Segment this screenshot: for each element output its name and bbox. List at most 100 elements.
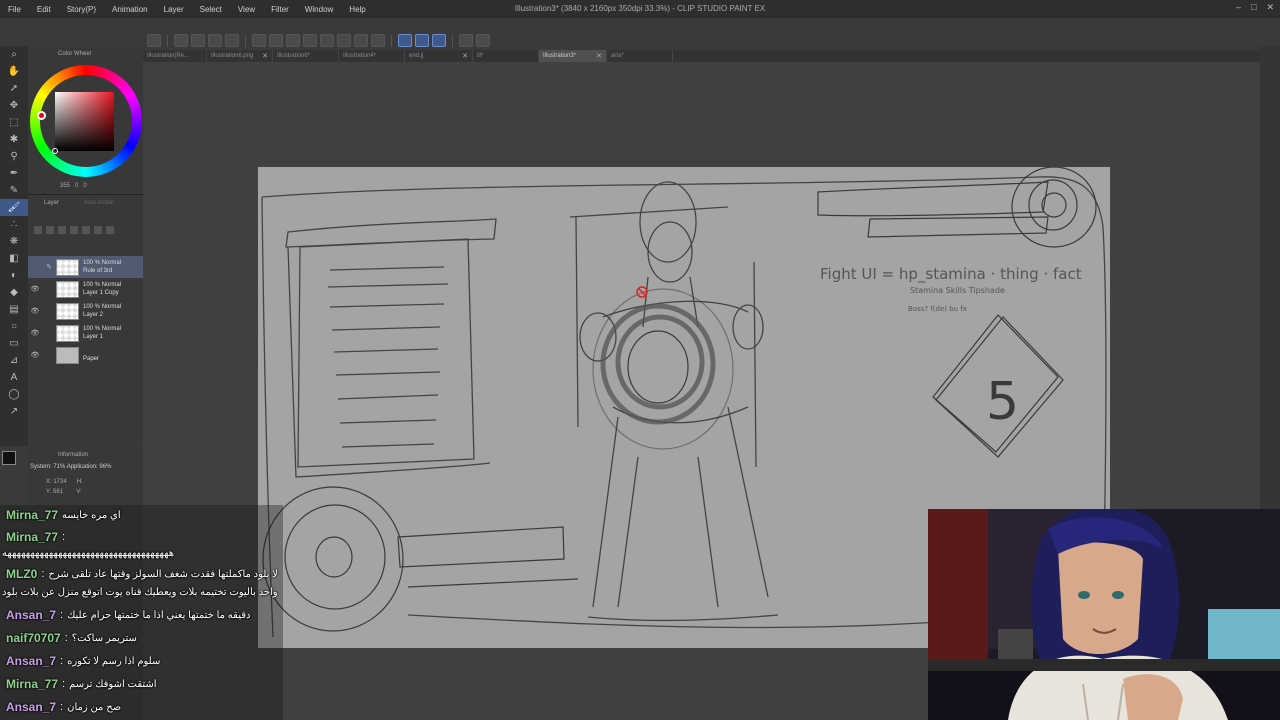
fill-icon[interactable] [303,34,317,47]
save-icon[interactable] [208,34,222,47]
tab-document[interactable]: Illustration6* [273,50,339,62]
clip-icon[interactable] [70,226,78,234]
gradient-icon[interactable]: ▤ [0,301,28,318]
blend-icon[interactable]: ◐ [0,267,28,284]
crop-icon[interactable] [371,34,385,47]
chat-message: naif70707: ستريمر ساكت؟ [6,631,137,645]
hue-marker[interactable] [37,111,46,120]
clip-studio-icon[interactable] [147,34,161,47]
trash-icon[interactable] [106,226,114,234]
menu-story[interactable]: Story(P) [59,5,104,14]
tab-document[interactable]: end.jj ✕ [405,50,473,62]
close-tab-icon[interactable]: ✕ [262,52,268,60]
clip-studio-window: File Edit Story(P) Animation Layer Selec… [0,0,1280,720]
mask-icon[interactable] [82,226,90,234]
cursor-coords: X: 1734 H: Y: 561 V: [46,479,83,495]
tab-document[interactable]: Illustration(Re... [143,50,207,62]
deselect-icon[interactable] [337,34,351,47]
visibility-icon[interactable]: 👁 [28,329,42,337]
tab-document[interactable]: arta* [607,50,673,62]
tab-document-active[interactable]: Illustration3* ✕ [539,50,607,62]
airbrush-icon[interactable]: ∴ [0,216,28,233]
visibility-icon[interactable]: 👁 [28,307,42,315]
open-file-icon[interactable] [191,34,205,47]
zoom-icon[interactable]: ⌕ [0,46,28,63]
visibility-icon[interactable]: 👁 [28,285,42,293]
eraser-icon[interactable]: ◧ [0,250,28,267]
operation-icon[interactable]: ➚ [0,80,28,97]
new-layer-icon[interactable] [34,226,42,234]
figure-icon[interactable]: ○ [0,318,28,335]
ref-icon[interactable] [94,226,102,234]
layer-row[interactable]: 👁 100 % Normal Layer 1 [28,322,143,344]
brush-icon[interactable]: 🖌 [0,199,28,216]
panel-tab-auto-action[interactable]: Auto Action [84,200,114,206]
transform-icon[interactable] [320,34,334,47]
layer-panel: Layer Auto Action ✎ 100 % Normal Rule of … [28,196,143,446]
hand-icon[interactable]: ✋ [0,63,28,80]
menu-help[interactable]: Help [341,5,373,14]
frame-icon[interactable]: ▭ [0,335,28,352]
menu-edit[interactable]: Edit [29,5,59,14]
saturation-value-square[interactable] [55,92,114,151]
redo-icon[interactable] [269,34,283,47]
chat-message: Ansan_7: سلوم اذا رسم لا تكوره [6,654,161,668]
fill-icon[interactable]: ◆ [0,284,28,301]
correct-line-icon[interactable]: ↗ [0,403,28,420]
eyedropper-icon[interactable]: ⚲ [0,148,28,165]
settings-icon[interactable] [459,34,473,47]
maximize-button[interactable]: □ [1251,2,1256,13]
chat-message: Ansan_7: دقيقه ما ختمتها يعني اذا ما ختمت… [6,608,251,622]
layer-row-paper[interactable]: 👁 Paper [28,344,143,366]
hsv-readout: 355 0 0 [60,183,87,189]
formula-text: Boss? f(de) bu fx [908,305,967,313]
main-sub-color[interactable] [2,451,24,473]
new-file-icon[interactable] [174,34,188,47]
menu-filter[interactable]: Filter [263,5,297,14]
close-tab-icon[interactable]: ✕ [596,52,602,60]
ruler-icon[interactable]: ⊿ [0,352,28,369]
information-panel: Information System: 71% Application: 96%… [28,448,143,508]
pencil-icon[interactable]: ✎ [0,182,28,199]
main-color-swatch[interactable] [2,451,16,465]
lock-icon[interactable] [58,226,66,234]
folder-icon[interactable] [46,226,54,234]
menu-file[interactable]: File [0,5,29,14]
menu-view[interactable]: View [230,5,263,14]
clear-icon[interactable] [286,34,300,47]
invert-selection-icon[interactable] [354,34,368,47]
menu-layer[interactable]: Layer [156,5,192,14]
chat-message: MLZ0: لا بلود ماكملتها فقدت شغف السولز وق… [6,567,278,581]
companion-icon[interactable] [476,34,490,47]
menu-window[interactable]: Window [297,5,341,14]
tab-document[interactable]: ill* [473,50,539,62]
close-tab-icon[interactable]: ✕ [462,52,468,60]
tab-document[interactable]: Illustration6.png ✕ [207,50,273,62]
menu-select[interactable]: Select [192,5,230,14]
layer-row[interactable]: ✎ 100 % Normal Rule of 3rd [28,256,143,278]
layer-thumbnail [56,302,79,320]
balloon-icon[interactable]: ◯ [0,386,28,403]
minimize-button[interactable]: – [1236,2,1241,13]
export-icon[interactable] [225,34,239,47]
text-icon[interactable]: A [0,369,28,386]
sv-marker[interactable] [52,148,58,154]
streamer-avatar-overlay [928,509,1280,720]
decoration-icon[interactable]: ❋ [0,233,28,250]
close-button[interactable]: ✕ [1266,2,1274,13]
visibility-icon[interactable]: 👁 [28,351,42,359]
selection-icon[interactable]: ⬚ [0,114,28,131]
undo-icon[interactable] [252,34,266,47]
snap-grid-icon[interactable] [432,34,446,47]
auto-select-icon[interactable]: ✱ [0,131,28,148]
menu-animation[interactable]: Animation [104,5,156,14]
system-usage: System: 71% Application: 96% [30,464,112,470]
layer-row[interactable]: 👁 100 % Normal Layer 1 Copy [28,278,143,300]
pen-icon[interactable]: ✒ [0,165,28,182]
snap-ruler-icon[interactable] [398,34,412,47]
menu-bar: File Edit Story(P) Animation Layer Selec… [0,0,1280,18]
move-layer-icon[interactable]: ✥ [0,97,28,114]
layer-row[interactable]: 👁 100 % Normal Layer 2 [28,300,143,322]
snap-special-ruler-icon[interactable] [415,34,429,47]
tab-document[interactable]: Illustration4* [339,50,405,62]
